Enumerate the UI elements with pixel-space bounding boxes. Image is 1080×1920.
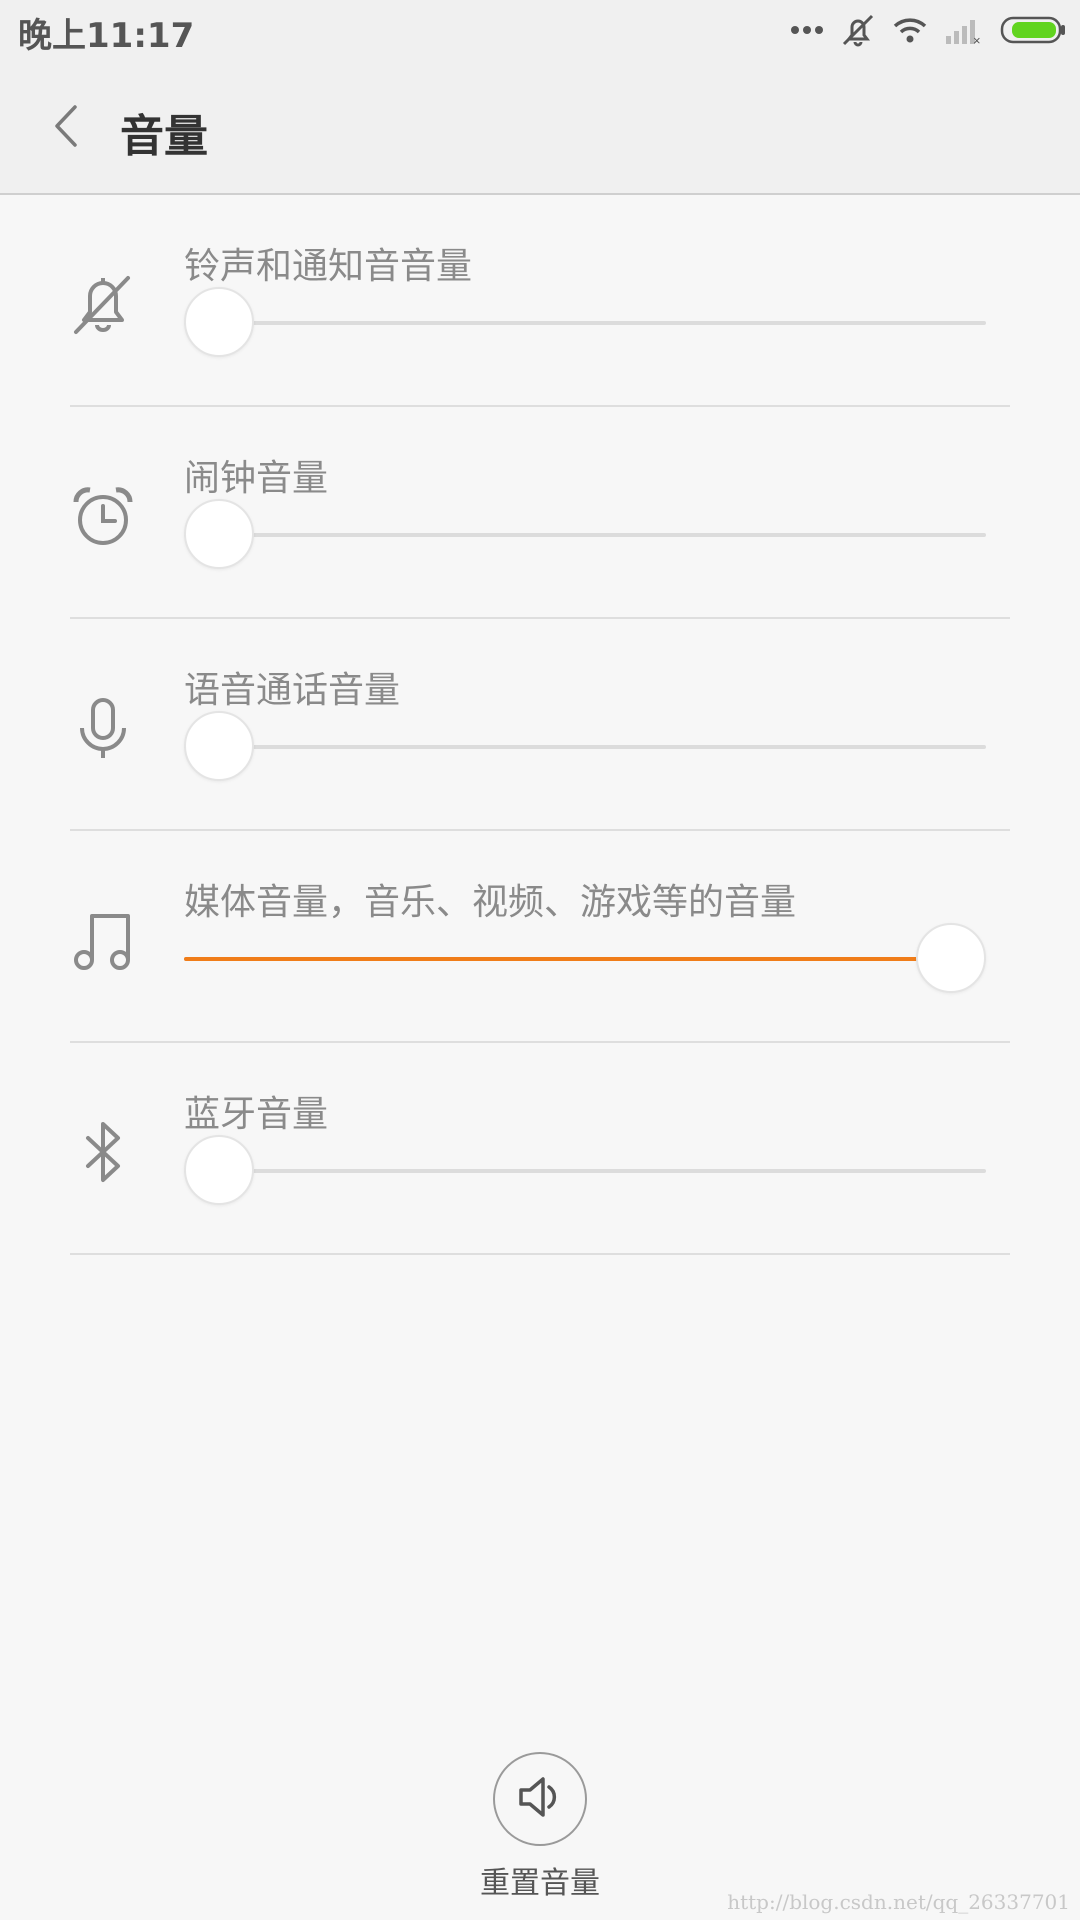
- slider-thumb[interactable]: [184, 711, 254, 781]
- alarm-volume-slider[interactable]: [184, 497, 1056, 573]
- ringtone-volume-slider[interactable]: [184, 285, 1056, 361]
- title-bar: 音量: [0, 62, 1080, 195]
- volume-row-voice-call: 语音通话音量: [70, 619, 1010, 831]
- volume-row-bluetooth: 蓝牙音量: [70, 1043, 1010, 1255]
- volume-list: 铃声和通知音音量 闹钟音量 语音通话音量 媒体音量，音乐、视频、游戏等的音量 蓝…: [70, 195, 1010, 1255]
- volume-label: 蓝牙音量: [184, 1094, 329, 1135]
- slider-fill: [184, 957, 951, 961]
- slider-track: [184, 1169, 986, 1173]
- volume-label: 语音通话音量: [184, 670, 401, 711]
- reset-volume: 重置音量: [0, 1752, 1080, 1902]
- ringer-off-icon: [840, 12, 876, 48]
- bluetooth-icon: [70, 1113, 136, 1193]
- volume-row-alarm: 闹钟音量: [70, 407, 1010, 619]
- microphone-icon: [70, 689, 136, 769]
- volume-row-ringtone: 铃声和通知音音量: [70, 195, 1010, 407]
- voice-call-volume-slider[interactable]: [184, 709, 1056, 785]
- wifi-icon: [892, 15, 928, 45]
- slider-thumb[interactable]: [184, 287, 254, 357]
- slider-track: [184, 745, 986, 749]
- slider-thumb[interactable]: [916, 923, 986, 993]
- back-button[interactable]: [38, 98, 94, 158]
- bell-off-icon: [70, 265, 136, 345]
- reset-volume-label[interactable]: 重置音量: [480, 1858, 600, 1902]
- battery-icon: [1000, 15, 1068, 45]
- status-time: 晚上11:17: [18, 16, 195, 56]
- media-volume-slider[interactable]: [184, 921, 1056, 997]
- music-note-icon: [70, 901, 136, 981]
- speaker-icon: [515, 1772, 565, 1826]
- volume-label: 媒体音量，音乐、视频、游戏等的音量: [184, 882, 797, 923]
- volume-label: 闹钟音量: [184, 458, 329, 499]
- bluetooth-volume-slider[interactable]: [184, 1133, 1056, 1209]
- signal-none-icon: ×: [944, 14, 984, 46]
- svg-text:×: ×: [973, 33, 981, 46]
- alarm-clock-icon: [70, 477, 136, 557]
- slider-track: [184, 321, 986, 325]
- volume-label: 铃声和通知音音量: [184, 246, 473, 287]
- volume-row-media: 媒体音量，音乐、视频、游戏等的音量: [70, 831, 1010, 1043]
- slider-track: [184, 533, 986, 537]
- status-icons: ×: [790, 10, 1068, 50]
- page-title: 音量: [120, 111, 208, 162]
- slider-thumb[interactable]: [184, 499, 254, 569]
- chevron-left-icon: [51, 103, 81, 153]
- watermark: http://blog.csdn.net/qq_26337701: [727, 1890, 1070, 1914]
- slider-thumb[interactable]: [184, 1135, 254, 1205]
- more-dots-icon: [790, 24, 824, 36]
- status-bar: 晚上11:17 ×: [0, 0, 1080, 62]
- reset-volume-button[interactable]: [493, 1752, 587, 1846]
